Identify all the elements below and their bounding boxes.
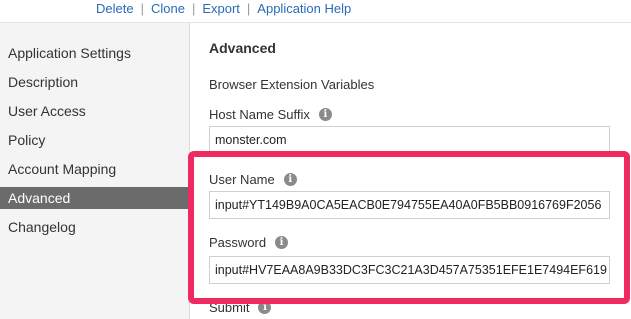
sidebar-item-user-access[interactable]: User Access bbox=[0, 100, 188, 122]
separator: | bbox=[246, 1, 251, 16]
password-input[interactable]: input#HV7EAA8A9B33DC3FC3C21A3D457A75351E… bbox=[209, 256, 610, 284]
sidebar-item-advanced[interactable]: Advanced bbox=[0, 187, 188, 209]
submit-label-text: Submit bbox=[209, 300, 250, 315]
info-icon[interactable]: i bbox=[275, 236, 289, 249]
export-link[interactable]: Export bbox=[202, 1, 240, 16]
separator: | bbox=[191, 1, 196, 16]
sidebar-item-changelog[interactable]: Changelog bbox=[0, 216, 188, 238]
settings-sidebar: Application Settings Description User Ac… bbox=[0, 23, 190, 319]
password-label: Password i bbox=[209, 235, 289, 250]
info-icon[interactable]: i bbox=[258, 301, 272, 314]
host-name-suffix-label: Host Name Suffix i bbox=[209, 107, 332, 122]
info-icon[interactable]: i bbox=[318, 108, 332, 121]
section-heading: Browser Extension Variables bbox=[209, 77, 375, 92]
separator: | bbox=[140, 1, 144, 16]
main-content: Advanced Browser Extension Variables Hos… bbox=[191, 23, 631, 319]
sidebar-item-policy[interactable]: Policy bbox=[0, 129, 188, 151]
host-name-suffix-label-text: Host Name Suffix bbox=[209, 107, 310, 122]
user-name-label: User Name i bbox=[209, 172, 297, 187]
host-name-suffix-input[interactable]: monster.com bbox=[209, 126, 610, 154]
clone-link[interactable]: Clone bbox=[151, 1, 185, 16]
info-icon[interactable]: i bbox=[283, 173, 297, 186]
sidebar-item-description[interactable]: Description bbox=[0, 71, 188, 93]
action-links: Delete | Clone | Export | Application Help bbox=[96, 0, 351, 18]
application-help-link[interactable]: Application Help bbox=[257, 1, 351, 16]
submit-label: Submit i bbox=[209, 300, 272, 315]
action-toolbar: Delete | Clone | Export | Application Help bbox=[0, 0, 631, 20]
page-title: Advanced bbox=[209, 40, 276, 56]
sidebar-item-account-mapping[interactable]: Account Mapping bbox=[0, 158, 188, 180]
user-name-input[interactable]: input#YT149B9A0CA5EACB0E794755EA40A0FB5B… bbox=[209, 191, 610, 219]
application-page: Delete | Clone | Export | Application Help App… bbox=[0, 0, 631, 319]
user-name-label-text: User Name bbox=[209, 172, 275, 187]
delete-link[interactable]: Delete bbox=[96, 1, 134, 16]
password-label-text: Password bbox=[209, 235, 267, 250]
sidebar-item-application-settings[interactable]: Application Settings bbox=[0, 42, 188, 64]
